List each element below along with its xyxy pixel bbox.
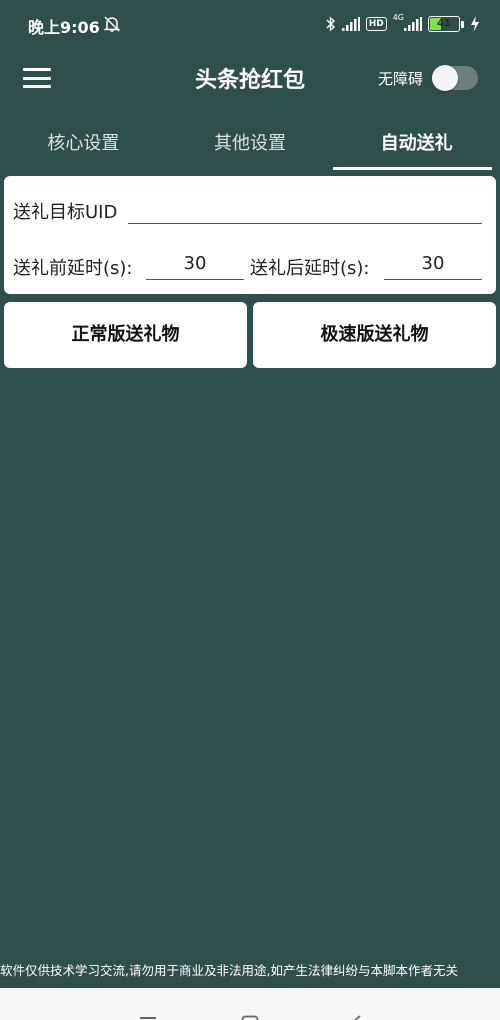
system-nav-bar: [0, 988, 500, 1020]
battery-cap: [461, 20, 464, 28]
active-tab-indicator: [333, 167, 493, 170]
menu-nav-icon[interactable]: [140, 1010, 156, 1020]
status-time: 晚上9:06: [28, 18, 100, 37]
tab-other-settings[interactable]: 其他设置: [167, 118, 334, 172]
fast-gift-label: 极速版送礼物: [320, 324, 429, 345]
normal-gift-button[interactable]: 正常版送礼物: [4, 302, 247, 368]
tab-bar: 核心设置 其他设置 自动送礼: [0, 118, 500, 172]
tab-core-settings[interactable]: 核心设置: [0, 118, 167, 172]
app-bar: 头条抢红包 无障碍: [0, 48, 500, 108]
signal-icon: [341, 17, 360, 31]
hd-icon: HD: [365, 17, 387, 31]
tab-auto-gift[interactable]: 自动送礼: [333, 118, 500, 172]
uid-label: 送礼目标UID: [13, 202, 118, 223]
menu-line: [23, 68, 51, 71]
menu-icon[interactable]: [20, 64, 54, 92]
battery-body: 41: [428, 16, 460, 32]
disclaimer-text: 软件仅供技术学习交流,请勿用于商业及非法用途,如产生法律纠纷与本脚本作者无关: [0, 963, 458, 978]
charging-icon: [470, 16, 480, 32]
tab-label: 其他设置: [214, 133, 286, 154]
accessibility-label: 无障碍: [378, 70, 424, 88]
pre-delay-input[interactable]: [146, 248, 244, 280]
tab-label: 自动送礼: [380, 133, 453, 154]
fast-gift-button[interactable]: 极速版送礼物: [253, 302, 496, 368]
network-label: 4G: [392, 13, 404, 22]
bell-off-icon: [103, 15, 121, 37]
menu-line: [23, 85, 51, 88]
menu-line: [23, 76, 51, 80]
gift-settings-card: 送礼目标UID 送礼前延时(s): 送礼后延时(s):: [4, 176, 496, 294]
battery-icon: 41: [428, 16, 464, 32]
uid-input[interactable]: [128, 194, 482, 224]
status-icons: HD 4G 41: [326, 14, 480, 34]
screen: 晚上9:06 HD 4G 41 头条抢红包 无障碍 核心设置 其他设置 自动送礼…: [0, 0, 500, 1020]
back-nav-icon[interactable]: [348, 1010, 362, 1020]
tab-label: 核心设置: [47, 133, 120, 154]
app-title: 头条抢红包: [194, 68, 305, 93]
pre-delay-label: 送礼前延时(s):: [13, 258, 133, 279]
post-delay-label: 送礼后延时(s):: [250, 258, 370, 279]
battery-level: 41: [437, 18, 451, 29]
home-nav-icon[interactable]: [241, 1010, 259, 1020]
normal-gift-label: 正常版送礼物: [71, 324, 180, 345]
post-delay-input[interactable]: [384, 248, 482, 280]
signal-4g-icon: 4G: [392, 13, 422, 31]
toggle-knob: [432, 65, 458, 91]
status-bar: 晚上9:06 HD 4G 41: [0, 0, 500, 48]
accessibility-toggle[interactable]: [432, 65, 478, 91]
bluetooth-icon: [326, 16, 336, 32]
